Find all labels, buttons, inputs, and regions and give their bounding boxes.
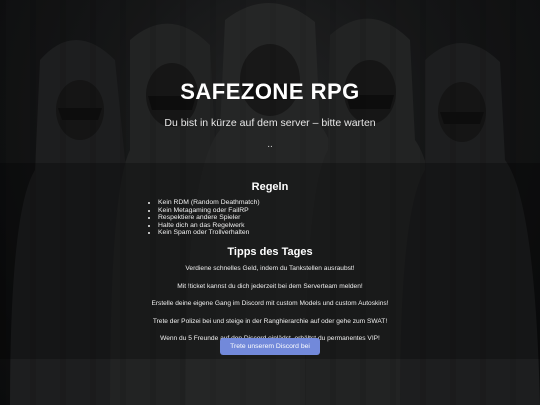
loading-dots: .. bbox=[267, 139, 273, 150]
tips-heading: Tipps des Tages bbox=[227, 246, 313, 258]
discord-join-button[interactable]: Trete unserem Discord bei bbox=[220, 338, 320, 355]
tip-item: Mit !ticket kannst du dich jederzeit bei… bbox=[177, 282, 363, 290]
tip-item: Trete der Polizei bei und steige in der … bbox=[152, 317, 388, 325]
rules-list: Kein RDM (Random Deathmatch) Kein Metaga… bbox=[146, 199, 260, 237]
rule-item: Kein RDM (Random Deathmatch) bbox=[158, 199, 260, 207]
loading-message: Du bist in kürze auf dem server – bitte … bbox=[164, 117, 376, 129]
rule-item: Respektiere andere Spieler bbox=[158, 214, 260, 222]
loading-screen: SAFEZONE RPG Du bist in kürze auf dem se… bbox=[0, 0, 540, 405]
tip-item: Verdiene schnelles Geld, indem du Tankst… bbox=[185, 265, 355, 272]
rule-item: Kein Spam oder Trollverhalten bbox=[158, 229, 260, 237]
server-title: SAFEZONE RPG bbox=[180, 79, 360, 104]
rule-item: Halte dich an das Regelwerk bbox=[158, 222, 260, 230]
rules-heading: Regeln bbox=[251, 181, 289, 193]
tip-item: Erstelle deine eigene Gang im Discord mi… bbox=[151, 300, 389, 308]
rule-item: Kein Metagaming oder FailRP bbox=[158, 207, 260, 215]
